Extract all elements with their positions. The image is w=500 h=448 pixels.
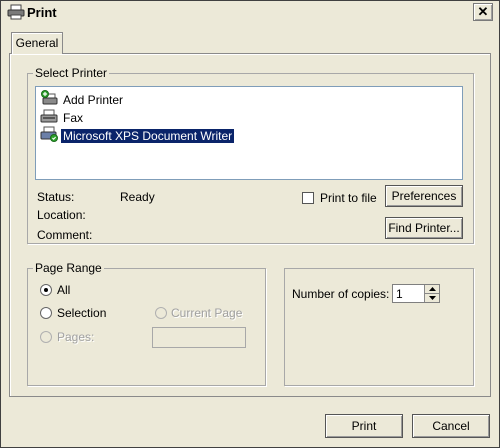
print-button[interactable]: Print [325,414,403,438]
page-range-legend: Page Range [33,261,104,275]
all-radio[interactable] [40,284,52,296]
preferences-button[interactable]: Preferences [385,185,463,207]
printer-name: Add Printer [63,92,124,107]
current-page-radio[interactable] [155,307,167,319]
arrow-down-icon [428,296,436,300]
tab-general[interactable]: General [11,32,63,54]
cancel-button[interactable]: Cancel [412,414,490,438]
pages-label: Pages: [57,330,95,344]
radio-dot [44,288,48,292]
status-value: Ready [120,190,155,204]
printer-name: Microsoft XPS Document Writer [61,128,235,143]
printer-name: Fax [63,110,84,125]
select-printer-legend: Select Printer [33,66,110,80]
window-title: Print [27,5,57,20]
printer-item-fax[interactable]: Fax [40,109,88,126]
printer-item-xps[interactable]: Microsoft XPS Document Writer [40,126,237,145]
printer-item-add-printer[interactable]: Add Printer [40,90,128,109]
copies-value: 1 [396,287,403,301]
printer-list[interactable]: Add Printer Fax Microsoft XPS Document W… [35,86,463,180]
copies-group [284,268,474,386]
pages-radio[interactable] [40,331,52,343]
all-label[interactable]: All [57,283,70,297]
copies-stepper[interactable]: 1 [392,284,440,303]
copies-increment-button[interactable] [424,285,439,294]
print-to-file-checkbox[interactable] [302,192,314,204]
close-icon: ✕ [477,4,489,19]
tab-label: General [15,36,59,50]
arrow-up-icon [428,287,436,291]
pages-input[interactable] [152,327,246,348]
current-page-label: Current Page [171,306,243,320]
copies-label: Number of copies: [292,287,390,301]
status-label: Status: [37,190,75,204]
title-bar[interactable]: Print [1,1,497,23]
close-button[interactable]: ✕ [473,3,493,21]
printer-icon [7,4,25,20]
comment-label: Comment: [37,228,93,242]
copies-decrement-button[interactable] [424,294,439,302]
fax-icon [40,108,58,127]
selection-label[interactable]: Selection [57,306,106,320]
location-label: Location: [37,208,86,222]
printer-icon [40,126,58,145]
print-to-file-label[interactable]: Print to file [320,191,377,205]
add-printer-icon [40,90,58,109]
find-printer-button[interactable]: Find Printer... [385,217,463,239]
selection-radio[interactable] [40,307,52,319]
